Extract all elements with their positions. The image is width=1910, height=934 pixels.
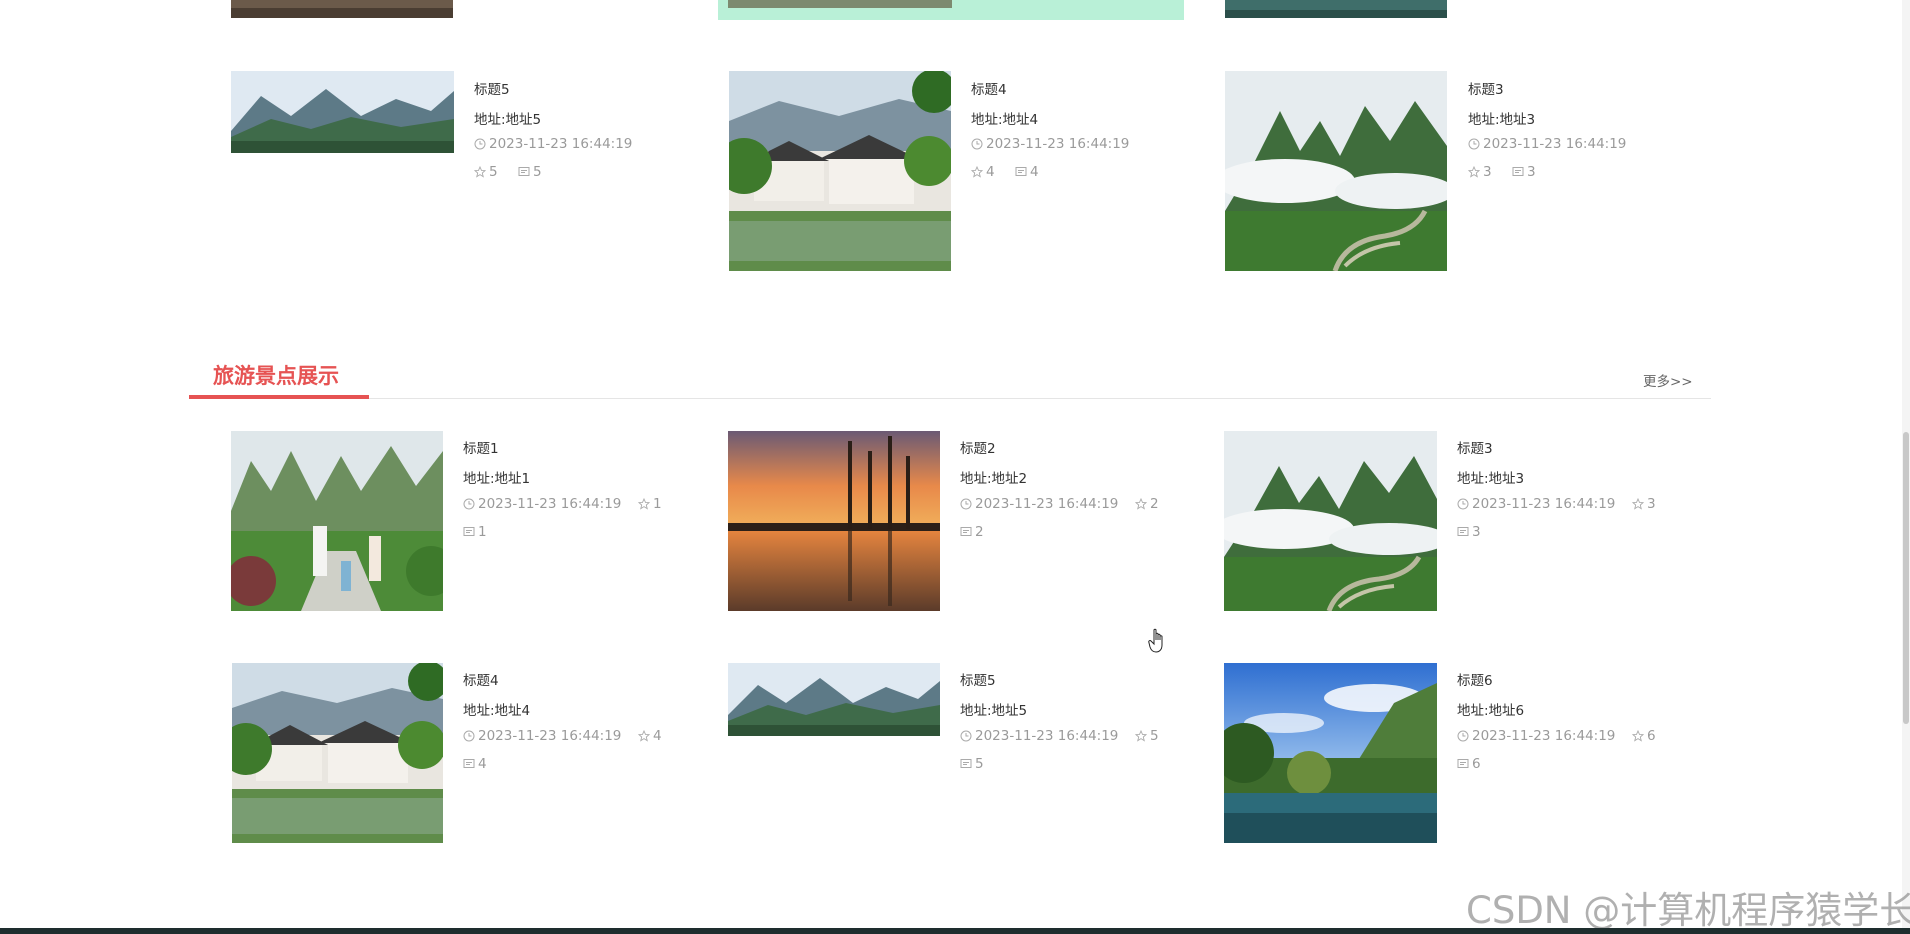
watermark-text: CSDN @计算机程序猿学长 xyxy=(1466,889,1910,932)
clock-icon xyxy=(960,498,972,510)
comment-icon xyxy=(463,526,475,538)
card-image-mountains[interactable] xyxy=(231,71,454,153)
hand-cursor-icon xyxy=(1148,628,1168,654)
star-icon xyxy=(1632,730,1644,742)
card-address: 地址:地址5 xyxy=(474,112,542,128)
star-icon xyxy=(474,166,486,178)
card-likes[interactable]: 4 xyxy=(971,164,995,180)
card-comments[interactable]: 2 xyxy=(960,524,984,540)
card-image-sunset-lake[interactable] xyxy=(728,431,940,611)
card-date: 2023-11-23 16:44:19 xyxy=(474,136,632,152)
star-icon xyxy=(1632,498,1644,510)
card-date: 2023-11-23 16:44:19 xyxy=(971,136,1129,152)
card-likes[interactable]: 2 xyxy=(1135,496,1159,512)
card-comments[interactable]: 5 xyxy=(960,756,984,772)
card-comments[interactable]: 3 xyxy=(1512,164,1536,180)
card-likes[interactable]: 1 xyxy=(638,496,662,512)
card-address: 地址:地址3 xyxy=(1457,471,1525,487)
card-date: 2023-11-23 16:44:19 xyxy=(960,496,1118,512)
partial-thumb-left[interactable] xyxy=(231,0,453,18)
card-image-misty-peaks[interactable] xyxy=(1224,431,1437,611)
clock-icon xyxy=(1468,138,1480,150)
card-title[interactable]: 标题1 xyxy=(463,437,499,457)
card-title[interactable]: 标题5 xyxy=(474,78,510,98)
star-icon xyxy=(971,166,983,178)
card-image-family-walk[interactable] xyxy=(231,431,443,611)
card-likes[interactable]: 4 xyxy=(638,728,662,744)
card-likes[interactable]: 3 xyxy=(1468,164,1492,180)
card-title[interactable]: 标题6 xyxy=(1457,669,1493,689)
bottom-bar xyxy=(0,928,1910,934)
card-likes[interactable]: 3 xyxy=(1632,496,1656,512)
card-date: 2023-11-23 16:44:19 xyxy=(463,496,621,512)
section-title: 旅游景点展示 xyxy=(213,364,339,388)
comment-icon xyxy=(1457,526,1469,538)
card-title[interactable]: 标题2 xyxy=(960,437,996,457)
card-comments[interactable]: 5 xyxy=(518,164,542,180)
star-icon xyxy=(1468,166,1480,178)
comment-icon xyxy=(1512,166,1524,178)
section-divider xyxy=(189,398,1711,399)
card-image-mountains[interactable] xyxy=(728,663,940,736)
partial-thumb-middle[interactable] xyxy=(728,0,952,8)
card-image-village[interactable] xyxy=(729,71,951,271)
comment-icon xyxy=(1457,758,1469,770)
card-image-village[interactable] xyxy=(232,663,443,843)
card-title[interactable]: 标题4 xyxy=(971,78,1007,98)
card-likes[interactable]: 5 xyxy=(474,164,498,180)
more-link[interactable]: 更多>> xyxy=(1643,370,1693,390)
star-icon xyxy=(638,498,650,510)
clock-icon xyxy=(960,730,972,742)
clock-icon xyxy=(1457,498,1469,510)
card-comments[interactable]: 4 xyxy=(463,756,487,772)
star-icon xyxy=(638,730,650,742)
card-title[interactable]: 标题5 xyxy=(960,669,996,689)
card-address: 地址:地址4 xyxy=(971,112,1039,128)
clock-icon xyxy=(971,138,983,150)
card-date: 2023-11-23 16:44:19 xyxy=(1457,496,1615,512)
comment-icon xyxy=(1015,166,1027,178)
card-image-misty-peaks[interactable] xyxy=(1225,71,1447,271)
card-title[interactable]: 标题4 xyxy=(463,669,499,689)
clock-icon xyxy=(474,138,486,150)
card-date: 2023-11-23 16:44:19 xyxy=(1457,728,1615,744)
comment-icon xyxy=(518,166,530,178)
card-date: 2023-11-23 16:44:19 xyxy=(463,728,621,744)
star-icon xyxy=(1135,498,1147,510)
partial-thumb-right[interactable] xyxy=(1225,0,1447,18)
card-address: 地址:地址1 xyxy=(463,471,531,487)
card-comments[interactable]: 3 xyxy=(1457,524,1481,540)
card-date: 2023-11-23 16:44:19 xyxy=(960,728,1118,744)
card-comments[interactable]: 4 xyxy=(1015,164,1039,180)
card-date: 2023-11-23 16:44:19 xyxy=(1468,136,1626,152)
card-likes[interactable]: 5 xyxy=(1135,728,1159,744)
card-title[interactable]: 标题3 xyxy=(1457,437,1493,457)
card-comments[interactable]: 6 xyxy=(1457,756,1481,772)
clock-icon xyxy=(463,498,475,510)
card-address: 地址:地址5 xyxy=(960,703,1028,719)
comment-icon xyxy=(463,758,475,770)
card-comments[interactable]: 1 xyxy=(463,524,487,540)
card-image-forest-lake[interactable] xyxy=(1224,663,1437,843)
clock-icon xyxy=(1457,730,1469,742)
clock-icon xyxy=(463,730,475,742)
comment-icon xyxy=(960,758,972,770)
card-address: 地址:地址3 xyxy=(1468,112,1536,128)
star-icon xyxy=(1135,730,1147,742)
card-title[interactable]: 标题3 xyxy=(1468,78,1504,98)
card-likes[interactable]: 6 xyxy=(1632,728,1656,744)
comment-icon xyxy=(960,526,972,538)
section-title-underline xyxy=(189,395,369,399)
card-address: 地址:地址6 xyxy=(1457,703,1525,719)
card-address: 地址:地址4 xyxy=(463,703,531,719)
card-address: 地址:地址2 xyxy=(960,471,1028,487)
scrollbar-thumb[interactable] xyxy=(1903,432,1909,724)
